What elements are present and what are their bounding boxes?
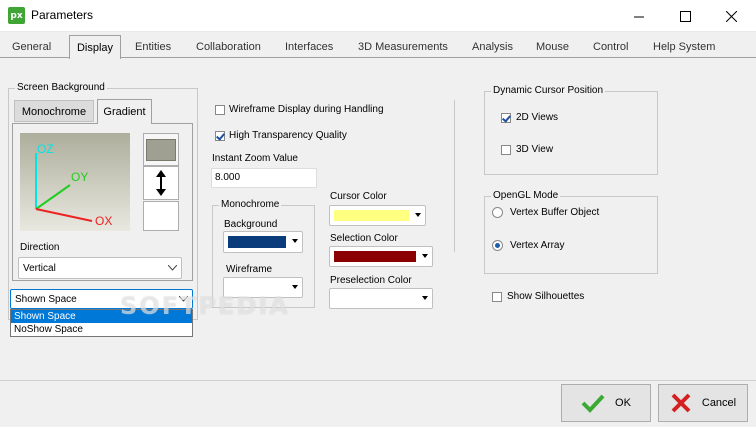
- top-color-swatch: [146, 138, 176, 161]
- axis-label-oz: OZ: [37, 142, 54, 156]
- cursor-color-label: Cursor Color: [330, 191, 387, 202]
- ok-label: OK: [615, 397, 631, 409]
- selection-color-select[interactable]: [329, 246, 433, 267]
- tab-entities[interactable]: Entities: [135, 41, 171, 53]
- high-transparency-checkbox[interactable]: [215, 131, 225, 141]
- axis-label-ox: OX: [95, 214, 113, 228]
- cursor-color-swatch: [334, 210, 409, 221]
- tab-control[interactable]: Control: [593, 41, 628, 53]
- wireframe-handling-label: Wireframe Display during Handling: [229, 104, 384, 115]
- direction-select[interactable]: Vertical: [18, 257, 182, 279]
- maximize-button[interactable]: [662, 0, 708, 32]
- tab-3d-measurements[interactable]: 3D Measurements: [358, 41, 448, 53]
- gradient-color-top-button[interactable]: [143, 133, 179, 166]
- selection-color-swatch: [334, 251, 416, 262]
- subtab-gradient[interactable]: Gradient: [97, 99, 152, 124]
- subtab-monochrome[interactable]: Monochrome: [14, 100, 94, 122]
- dropdown-arrow-icon: [292, 285, 298, 289]
- tab-collaboration[interactable]: Collaboration: [196, 41, 261, 53]
- zoom-label: Instant Zoom Value: [212, 153, 298, 164]
- tab-help-system[interactable]: Help System: [653, 41, 715, 53]
- tab-general[interactable]: General: [12, 41, 51, 53]
- checkmark-icon: [581, 394, 605, 413]
- gradient-preview: OZ OY OX: [20, 133, 130, 231]
- high-transparency-label: High Transparency Quality: [229, 130, 347, 141]
- mono-background-swatch: [228, 236, 286, 248]
- vertical-divider: [454, 100, 455, 252]
- close-button[interactable]: [708, 0, 754, 32]
- minimize-button[interactable]: [616, 0, 662, 32]
- cursor-color-select[interactable]: [329, 205, 426, 226]
- preselection-color-swatch: [334, 293, 416, 304]
- cursor-2d-views-label: 2D Views: [516, 112, 559, 123]
- chevron-down-icon: [168, 265, 177, 271]
- preselection-color-label: Preselection Color: [330, 275, 412, 286]
- dropdown-arrow-icon: [422, 296, 428, 300]
- tab-display[interactable]: Display: [69, 35, 121, 59]
- vertex-array-radio[interactable]: [492, 240, 503, 251]
- gradient-color-bottom-button[interactable]: [143, 201, 179, 231]
- app-logo-icon: px: [8, 7, 25, 24]
- dropdown-arrow-icon: [292, 239, 298, 243]
- mono-background-color-select[interactable]: [223, 231, 303, 253]
- preselection-color-select[interactable]: [329, 288, 433, 309]
- maximize-icon: [679, 10, 691, 22]
- monochrome-title: Monochrome: [219, 199, 282, 210]
- ok-button[interactable]: OK: [561, 384, 651, 422]
- mono-background-label: Background: [224, 219, 278, 230]
- tab-mouse[interactable]: Mouse: [536, 41, 569, 53]
- mono-wireframe-label: Wireframe: [226, 264, 273, 275]
- cursor-3d-view-checkbox[interactable]: [501, 145, 511, 155]
- vbo-radio[interactable]: [492, 207, 503, 218]
- space-value: Shown Space: [15, 294, 77, 305]
- minimize-icon: [633, 16, 644, 17]
- show-silhouettes-label: Show Silhouettes: [507, 291, 585, 302]
- vertical-arrows-icon: [156, 170, 166, 196]
- wireframe-handling-checkbox[interactable]: [215, 105, 225, 115]
- swap-colors-button[interactable]: [143, 166, 179, 200]
- zoom-value-input[interactable]: 8.000: [211, 168, 317, 188]
- screen-background-title: Screen Background: [15, 82, 107, 93]
- dynamic-cursor-title: Dynamic Cursor Position: [491, 85, 606, 96]
- cross-icon: [671, 393, 691, 413]
- space-option-noshow[interactable]: NoShow Space: [11, 323, 192, 336]
- tab-interfaces[interactable]: Interfaces: [285, 41, 333, 53]
- cursor-2d-views-checkbox[interactable]: [501, 113, 511, 123]
- close-icon: [725, 10, 737, 22]
- vbo-label: Vertex Buffer Object: [510, 207, 600, 218]
- selection-color-label: Selection Color: [330, 233, 398, 244]
- cancel-button[interactable]: Cancel: [658, 384, 748, 422]
- tab-analysis[interactable]: Analysis: [472, 41, 513, 53]
- dynamic-cursor-group: Dynamic Cursor Position: [484, 85, 658, 175]
- axis-label-oy: OY: [71, 170, 89, 184]
- direction-value: Vertical: [23, 263, 56, 274]
- cursor-3d-view-label: 3D View: [516, 144, 554, 155]
- opengl-mode-title: OpenGL Mode: [491, 190, 561, 201]
- direction-label: Direction: [20, 242, 60, 253]
- cancel-label: Cancel: [701, 397, 737, 409]
- watermark: SOFTPEDIA: [120, 292, 290, 320]
- dropdown-arrow-icon: [415, 213, 421, 217]
- title-bar: px Parameters: [0, 0, 756, 32]
- show-silhouettes-checkbox[interactable]: [492, 292, 502, 302]
- window-title: Parameters: [31, 8, 94, 22]
- dropdown-arrow-icon: [422, 254, 428, 258]
- vertex-array-label: Vertex Array: [510, 240, 565, 251]
- footer-divider: [0, 380, 756, 381]
